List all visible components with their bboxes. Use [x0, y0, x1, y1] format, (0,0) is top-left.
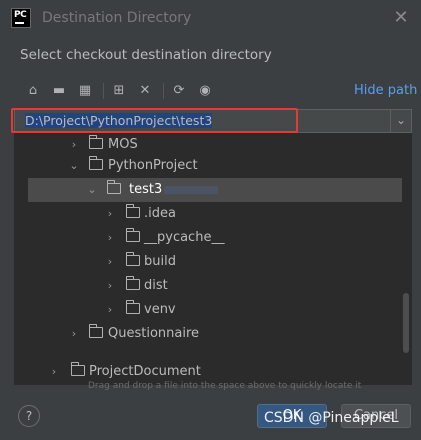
folder-icon	[125, 204, 140, 218]
title-bar: PC Destination Directory ✕	[0, 0, 421, 38]
chevron-right-icon[interactable]: ›	[103, 202, 117, 226]
redacted-area	[164, 186, 218, 194]
folder-icon	[88, 156, 103, 170]
home-icon[interactable]: ⌂	[24, 82, 42, 100]
directory-tree[interactable]: › MOS ⌄ PythonProject ⌄ test3 › .idea › …	[14, 133, 412, 385]
tree-item-test3[interactable]: ⌄ test3	[28, 178, 402, 202]
chevron-right-icon[interactable]: ›	[103, 226, 117, 250]
toolbar-separator	[163, 83, 164, 99]
refresh-icon[interactable]: ⟳	[170, 82, 188, 100]
tree-item-idea[interactable]: › .idea	[14, 202, 406, 226]
chevron-down-icon[interactable]: ⌄	[85, 178, 99, 202]
tree-item-dist[interactable]: › dist	[14, 274, 406, 298]
folder-icon	[125, 228, 140, 242]
chevron-down-icon[interactable]: ⌄	[67, 154, 81, 178]
delete-icon[interactable]: ✕	[136, 82, 154, 100]
chevron-right-icon[interactable]: ›	[47, 360, 61, 384]
watermark: CSDN @PineappleL	[264, 410, 399, 426]
folder-icon	[125, 252, 140, 266]
drag-drop-hint: Drag and drop a file into the space abov…	[88, 381, 362, 391]
close-icon[interactable]: ✕	[389, 6, 413, 30]
dialog-subtitle: Select checkout destination directory	[20, 47, 272, 63]
pycharm-logo-icon: PC	[11, 8, 31, 28]
help-button[interactable]: ?	[18, 405, 40, 427]
folder-icon	[88, 324, 103, 338]
chevron-right-icon[interactable]: ›	[103, 250, 117, 274]
chevron-right-icon[interactable]: ›	[67, 322, 81, 346]
folder-icon	[125, 276, 140, 290]
toolbar: ⌂ ▬ ▦ ⊞ ✕ ⟳ ◉	[20, 82, 220, 102]
folder-icon	[88, 135, 103, 149]
project-folder-icon[interactable]: ▦	[76, 82, 94, 100]
folder-icon	[106, 180, 121, 194]
chevron-down-icon[interactable]: ⌄	[390, 109, 412, 133]
show-hidden-icon[interactable]: ◉	[196, 82, 214, 100]
tree-item-venv[interactable]: › venv	[14, 298, 406, 322]
new-folder-icon[interactable]: ⊞	[110, 82, 128, 100]
window-title: Destination Directory	[42, 10, 192, 26]
tree-item-pycache[interactable]: › __pycache__	[14, 226, 406, 250]
tree-item-questionnaire[interactable]: › Questionnaire	[14, 322, 406, 346]
folder-icon	[125, 300, 140, 314]
tree-scrollbar[interactable]	[403, 293, 409, 353]
tree-item-build[interactable]: › build	[14, 250, 406, 274]
tree-item-pythonproject[interactable]: ⌄ PythonProject	[14, 154, 406, 178]
hide-path-link[interactable]: Hide path	[354, 83, 417, 98]
desktop-icon[interactable]: ▬	[50, 82, 68, 100]
chevron-right-icon[interactable]: ›	[103, 298, 117, 322]
toolbar-separator	[103, 83, 104, 99]
chevron-right-icon[interactable]: ›	[103, 274, 117, 298]
folder-icon	[70, 362, 85, 376]
highlight-annotation	[11, 108, 298, 133]
